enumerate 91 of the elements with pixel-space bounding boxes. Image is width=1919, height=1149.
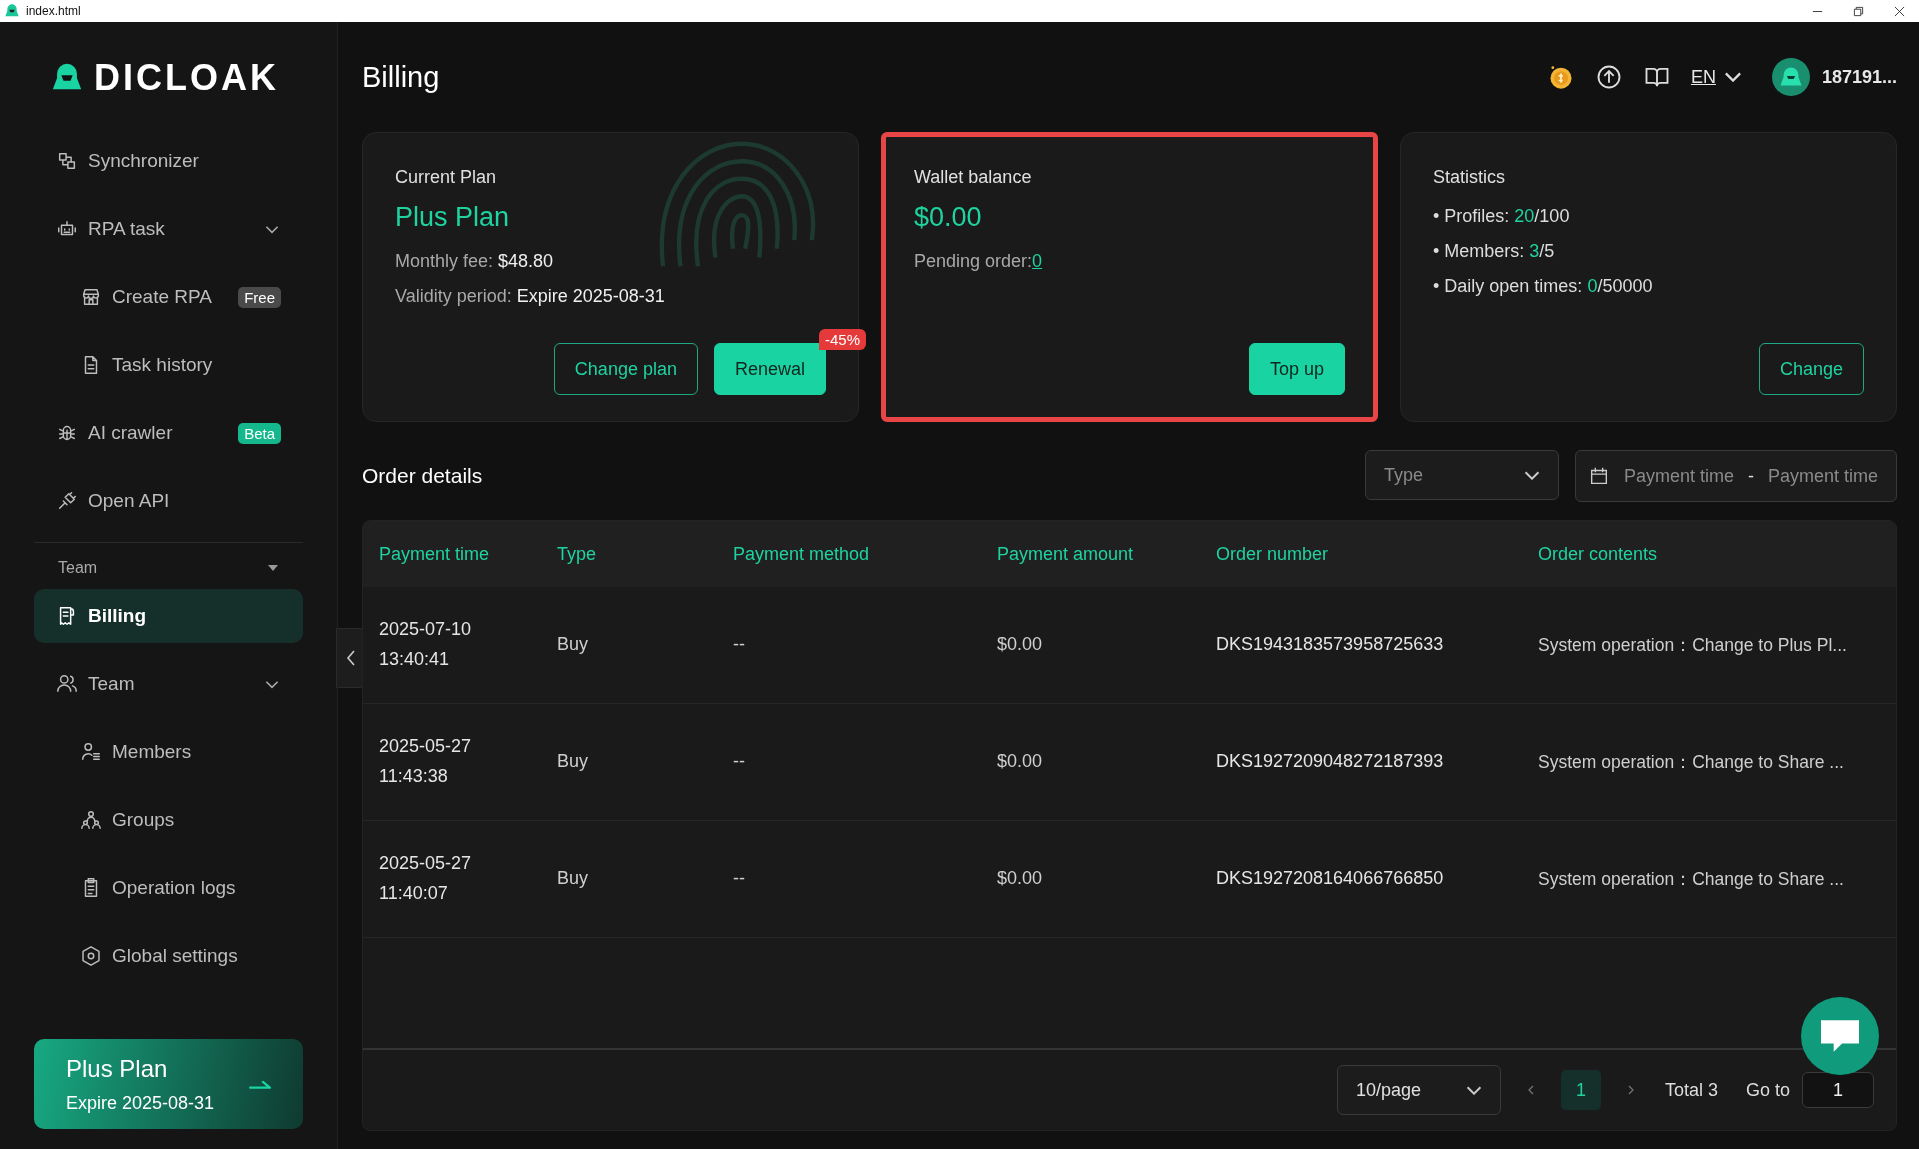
card-title: Current Plan — [395, 167, 498, 188]
sidebar-item[interactable]: Create RPA Free — [34, 270, 303, 324]
goto-page-input[interactable]: 1 — [1802, 1072, 1874, 1108]
section-label: Team — [58, 559, 98, 577]
column-header: Order number — [1216, 543, 1330, 565]
chevron-down-icon — [1465, 1085, 1482, 1095]
sidebar-item[interactable]: Members — [34, 725, 303, 779]
avatar-icon[interactable] — [1771, 58, 1810, 96]
table-cell-text: $0.00 — [997, 750, 1044, 774]
close-icon[interactable] — [1894, 5, 1905, 17]
outline-button[interactable]: Change plan — [553, 343, 698, 395]
sidebar-item[interactable]: Operation logs — [34, 861, 303, 915]
plan-detail: Monthly fee: $48.80 — [395, 251, 555, 272]
nav-badge: Free — [238, 286, 281, 308]
sidebar-item[interactable]: Billing — [34, 589, 303, 643]
end-date-placeholder: Payment time — [1767, 465, 1878, 487]
table-cell-text: -- — [733, 867, 746, 891]
table-cell-text: System operation：Change to Share ... — [1538, 867, 1845, 891]
table-cell-text: DKS1927208164066766850 — [1216, 867, 1445, 891]
statistic-line: • Profiles: 20/100 — [1433, 206, 1571, 227]
primary-button[interactable]: Top up — [1248, 343, 1345, 395]
table-cell-text: -- — [733, 750, 746, 774]
sidebar-item[interactable]: Task history — [34, 338, 303, 392]
people-group-icon — [80, 809, 102, 831]
statistic-line: • Members: 3/5 — [1433, 241, 1556, 262]
total-count: Total 3 — [1664, 1079, 1718, 1101]
balance-amount: $0.00 — [914, 202, 983, 233]
users-icon — [56, 673, 78, 695]
nav-badge: Beta — [238, 422, 281, 444]
logo-wordmark: DICLOAK — [94, 57, 279, 99]
column-header: Payment method — [733, 543, 871, 565]
plan-card[interactable]: Plus Plan Expire 2025-08-31 — [34, 1039, 303, 1129]
restore-icon[interactable] — [1853, 5, 1864, 17]
chevron-down-icon — [1523, 470, 1540, 480]
range-separator: - — [1747, 465, 1754, 487]
discount-badge: -45% — [818, 329, 866, 350]
plan-detail: Validity period: Expire 2025-08-31 — [395, 286, 666, 307]
arrow-right-icon — [249, 1079, 271, 1089]
pending-order-link[interactable]: 0 — [1032, 251, 1043, 271]
user-list-icon — [80, 741, 102, 763]
outline-button[interactable]: Change — [1758, 343, 1864, 395]
date-range-field[interactable]: Payment time - Payment time — [1574, 450, 1897, 502]
page-button[interactable]: 1 — [1560, 1070, 1601, 1110]
window-title: index.html — [26, 4, 81, 18]
card-title: Statistics — [1433, 167, 1507, 188]
table-cell-text: Buy — [557, 867, 590, 891]
table-cell-text: Buy — [557, 633, 590, 657]
plan-name: Plus Plan — [395, 202, 511, 233]
plan-name: Plus Plan — [66, 1054, 169, 1083]
primary-button[interactable]: Renewal — [713, 343, 826, 395]
pending-label: Pending order: — [914, 251, 1033, 271]
start-date-placeholder: Payment time — [1623, 465, 1734, 487]
table-cell-text: $0.00 — [997, 633, 1044, 657]
table-cell-text: DKS1943183573958725633 — [1216, 633, 1445, 657]
goto-label: Go to — [1745, 1079, 1790, 1101]
sidebar-item[interactable]: Groups — [34, 793, 303, 847]
table-cell-text: 2025-05-27 11:43:38 — [379, 735, 473, 788]
section-title: Order details — [362, 464, 483, 488]
table-cell-text: $0.00 — [997, 867, 1044, 891]
table-cell-text: System operation：Change to Plus Pl... — [1538, 633, 1848, 657]
statistic-line: • Daily open times: 0/50000 — [1433, 276, 1654, 297]
sidebar-item[interactable]: Global settings — [34, 929, 303, 983]
chevron-down-icon — [1723, 72, 1742, 82]
plug-icon — [56, 490, 78, 512]
store-icon — [80, 286, 102, 308]
table-cell-text: 2025-07-10 13:40:41 — [379, 618, 473, 671]
username[interactable]: 187191... — [1821, 66, 1897, 88]
sidebar-item[interactable]: AI crawler Beta — [34, 406, 303, 460]
settings-icon — [80, 945, 102, 967]
column-header: Payment amount — [997, 543, 1135, 565]
sidebar-item[interactable]: Synchronizer — [34, 134, 303, 188]
column-header: Type — [557, 543, 598, 565]
chat-bubble-icon — [1821, 1020, 1859, 1052]
page-size-select[interactable]: 10/page — [1336, 1065, 1501, 1115]
sidebar-item[interactable]: Open API — [34, 474, 303, 528]
table-cell-text: Buy — [557, 750, 590, 774]
sidebar-item[interactable]: Team — [34, 657, 303, 711]
linked-squares-icon — [56, 150, 78, 172]
hood-logo-icon — [4, 3, 20, 19]
column-header: Order contents — [1538, 543, 1659, 565]
sidebar-item[interactable]: RPA task — [34, 202, 303, 256]
table-cell-text: System operation：Change to Share ... — [1538, 750, 1845, 774]
table-cell-text: 2025-05-27 11:40:07 — [379, 852, 473, 905]
plan-expiry: Expire 2025-08-31 — [66, 1092, 215, 1114]
table-cell-text: -- — [733, 633, 746, 657]
column-header: Payment time — [379, 543, 491, 565]
type-select[interactable]: Type — [1364, 450, 1559, 500]
card-title: Wallet balance — [914, 167, 1033, 188]
page-title: Billing — [362, 60, 440, 94]
language-selector[interactable]: EN — [1690, 66, 1742, 88]
table-cell-text: DKS1927209048272187393 — [1216, 750, 1445, 774]
